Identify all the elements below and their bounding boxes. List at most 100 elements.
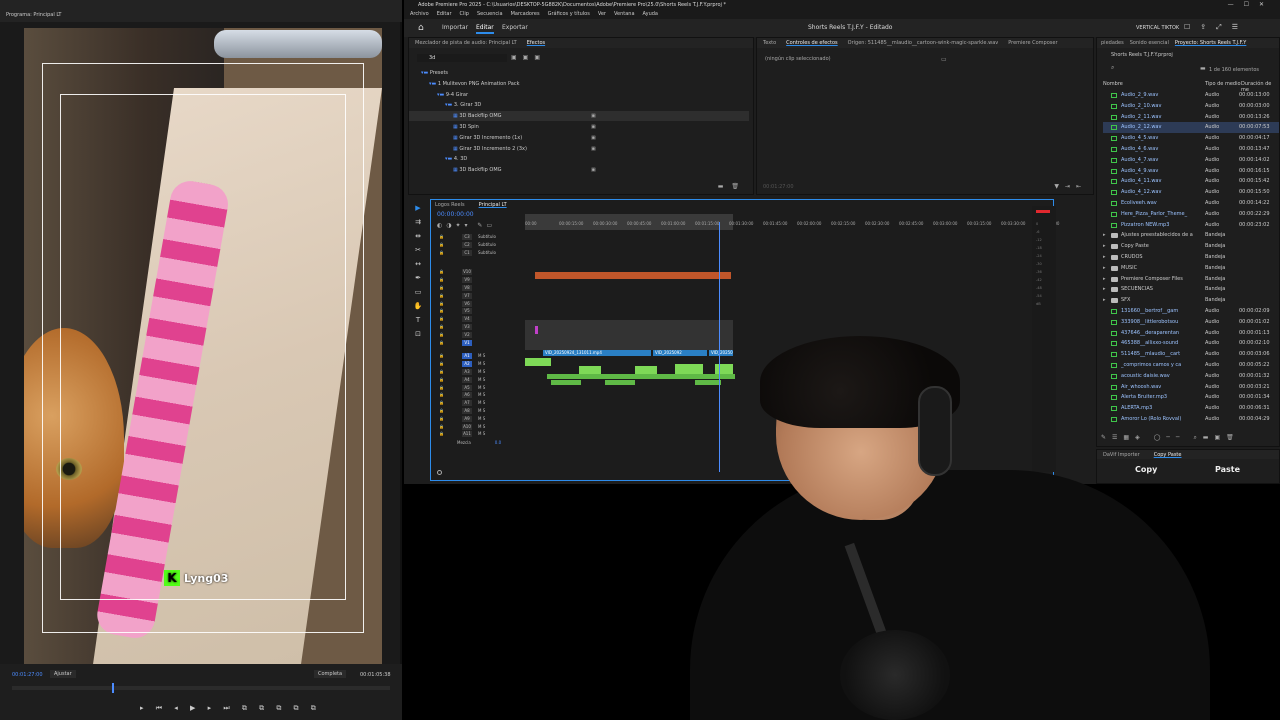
project-item-row[interactable]: Pizzatron NEW.mp3 Audio 00:00:23:02 — [1103, 220, 1279, 231]
lock-icon[interactable]: 🔒 — [439, 293, 444, 298]
project-item-row[interactable]: Audio_4_9.wav Audio 00:00:16:15 — [1103, 166, 1279, 177]
effects-tree-item[interactable]: ▾▬ 1 Mulitevon PNG Animation Pack — [409, 79, 749, 89]
track-target-toggle[interactable]: A7 — [461, 400, 472, 407]
track-header[interactable]: 🔒 C2 Subtítulo — [439, 241, 523, 248]
track-header[interactable]: 🔒 A8 M S — [439, 408, 523, 414]
sfx-clip-1[interactable] — [551, 380, 581, 385]
type-icon[interactable]: T — [416, 316, 420, 324]
effects-tree-item[interactable]: ▾▬ 3. Girar 3D — [409, 100, 749, 110]
folder-icon[interactable]: ▬ — [1200, 65, 1206, 72]
lock-icon[interactable]: 🔒 — [439, 369, 444, 374]
track-target-toggle[interactable]: A2 — [461, 361, 472, 368]
expand-chevron-icon[interactable]: ▸ — [1103, 263, 1106, 274]
menu-secuencia[interactable]: Secuencia — [477, 10, 503, 19]
tab-project[interactable]: Proyecto: Shorts Reels T.J.F.Y — [1175, 40, 1246, 46]
home-icon[interactable]: ⌂ — [418, 23, 424, 33]
menu-clip[interactable]: Clip — [460, 10, 469, 19]
resolution-select[interactable]: Completa — [314, 670, 347, 678]
tab-sequence-principal-lt[interactable]: Principal LT — [479, 202, 507, 208]
project-item-row[interactable]: Audio_4_7.wav Audio 00:00:14:02 — [1103, 155, 1279, 166]
window-controls[interactable]: —☐✕ — [1228, 1, 1274, 8]
track-target-toggle[interactable]: C2 — [461, 241, 472, 248]
project-item-row[interactable]: Audio_4_5.wav Audio 00:00:04:17 — [1103, 133, 1279, 144]
project-item-row[interactable]: ▸ Copy Paste Bandeja — [1103, 241, 1279, 252]
pen-icon[interactable]: ✒ — [415, 274, 421, 282]
track-header[interactable]: 🔒 V7 — [439, 292, 523, 299]
workspace-tab-importar[interactable]: Importar — [442, 24, 468, 31]
time-ruler[interactable]: 00:00 00:00:15:00 00:00:30:00 00:00:45:00 00… — [525, 220, 1059, 230]
lock-icon[interactable]: 🔒 — [439, 308, 444, 313]
track-target-toggle[interactable]: C1 — [461, 249, 472, 256]
adjustment-clip[interactable] — [535, 272, 731, 279]
track-target-toggle[interactable]: V2 — [461, 331, 472, 338]
track-target-toggle[interactable]: A6 — [461, 392, 472, 399]
lock-icon[interactable]: 🔒 — [439, 242, 444, 247]
project-item-row[interactable]: ▸ CRUDOS Bandeja — [1103, 252, 1279, 263]
track-header[interactable]: 🔒 A4 M S — [439, 376, 523, 383]
project-item-row[interactable]: Audio_2_12.wav Audio 00:00:07:53 — [1103, 122, 1279, 134]
tab-effects[interactable]: Efectos — [527, 40, 545, 46]
tab-essential-sound[interactable]: Sonido esencial — [1130, 40, 1169, 46]
project-item-row[interactable]: Audio_2_9.wav Audio 00:00:13:00 — [1103, 90, 1279, 101]
project-item-row[interactable]: Audio_4_11.wav Audio 00:00:15:42 — [1103, 176, 1279, 187]
lock-icon[interactable]: 🔒 — [439, 250, 444, 255]
video-preview[interactable]: K Lyng03 — [24, 28, 382, 664]
lock-icon[interactable]: 🔒 — [439, 340, 444, 345]
program-monitor-tab[interactable]: Programa: Principal LT — [6, 12, 61, 18]
effects-footer-icons[interactable]: ▬🗑 — [718, 183, 747, 190]
tab-audio-mixer[interactable]: Mezclador de pista de audio: Principal L… — [415, 40, 517, 46]
lock-icon[interactable]: 🔒 — [439, 277, 444, 282]
tab-properties[interactable]: piedades — [1101, 40, 1124, 46]
timeline-tool-icons[interactable]: ◐◑✦▾ ✎▭ — [437, 222, 496, 229]
video-clip-1[interactable]: VID_20250924_131011.mp4 — [543, 350, 651, 356]
search-icon[interactable]: ⌕ — [1111, 64, 1114, 72]
lock-icon[interactable]: 🔒 — [439, 316, 444, 321]
menu-ventana[interactable]: Ventana — [614, 10, 635, 19]
ripple-edit-icon[interactable]: ⇹ — [415, 232, 421, 240]
workspace-tab-editar[interactable]: Editar — [476, 24, 494, 34]
track-target-toggle[interactable]: A4 — [461, 376, 472, 383]
project-item-row[interactable]: ▸ Ajustes preestablecidos de a Bandeja — [1103, 230, 1279, 241]
track-header[interactable]: 🔒 A9 M S — [439, 415, 523, 422]
track-header[interactable]: 🔒 A1 M S — [439, 353, 523, 360]
lock-icon[interactable]: 🔒 — [439, 408, 444, 413]
effects-tree-item[interactable]: ▦ Girar 3D Incremento 2 (3x) ▣ — [409, 144, 749, 154]
lock-icon[interactable]: 🔒 — [439, 377, 444, 382]
track-target-toggle[interactable]: C3 — [461, 234, 472, 240]
playhead-timecode[interactable]: 00:01:27:00 — [12, 672, 43, 678]
marker-clip[interactable] — [535, 326, 538, 334]
track-header[interactable]: 🔒 A10 M S — [439, 423, 523, 430]
project-item-row[interactable]: 131660__bertrof__gam Audio 00:00:02:09 — [1103, 306, 1279, 317]
project-item-row[interactable]: Audio_2_11.wav Audio 00:00:13:26 — [1103, 112, 1279, 123]
project-item-row[interactable]: ▸ MUSIC Bandeja — [1103, 263, 1279, 274]
track-header[interactable]: 🔒 A3 M S — [439, 369, 523, 375]
track-target-toggle[interactable]: V8 — [461, 285, 472, 291]
lock-icon[interactable]: 🔒 — [439, 392, 444, 397]
track-select-icon[interactable]: ⇉ — [415, 218, 421, 226]
track-target-toggle[interactable]: A3 — [461, 369, 472, 375]
track-target-toggle[interactable]: V5 — [461, 308, 472, 315]
track-header[interactable]: 🔒 A11 M S — [439, 431, 523, 438]
lock-icon[interactable]: 🔒 — [439, 400, 444, 405]
project-item-row[interactable]: Here_Pizza_Parlor_Theme_ Audio 00:00:22:29 — [1103, 209, 1279, 220]
column-name[interactable]: Nombre — [1103, 81, 1123, 87]
razor-icon[interactable]: ✂ — [415, 246, 421, 254]
effects-search-input[interactable]: 3d — [417, 54, 507, 62]
lock-icon[interactable]: 🔒 — [439, 285, 444, 290]
lock-icon[interactable]: 🔒 — [439, 234, 444, 239]
lock-icon[interactable]: 🔒 — [439, 385, 444, 390]
panel-expand-icon[interactable]: ▭ — [941, 56, 947, 63]
lock-icon[interactable]: 🔒 — [439, 361, 444, 366]
project-item-row[interactable]: Audio_4_6.wav Audio 00:00:13:47 — [1103, 144, 1279, 155]
track-header[interactable]: 🔒 V3 — [439, 324, 523, 330]
filter-icon[interactable]: ▼⇥⇤ — [1054, 183, 1087, 190]
scroll-left-handle[interactable] — [437, 470, 442, 475]
caption-icon[interactable]: ⊡ — [415, 330, 421, 338]
lock-icon[interactable]: 🔒 — [439, 301, 444, 306]
menu-ver[interactable]: Ver — [598, 10, 606, 19]
selection-tool-icon[interactable]: ▶ — [415, 204, 420, 212]
track-target-toggle[interactable]: V3 — [461, 324, 472, 330]
track-target-toggle[interactable]: A5 — [461, 384, 472, 391]
effects-filter-icons[interactable]: ▣▣▣ — [511, 54, 546, 61]
tab-source[interactable]: Origen: 511485__mlaudio__cartoon-wink-ma… — [848, 40, 999, 46]
